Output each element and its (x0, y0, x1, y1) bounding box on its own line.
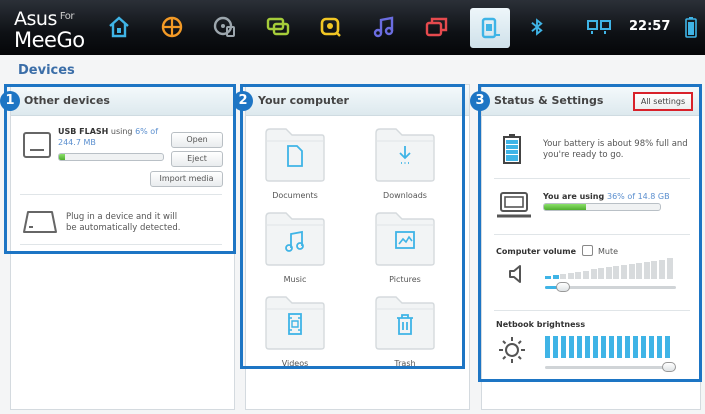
brightness-bar (617, 336, 622, 358)
divider (20, 194, 222, 195)
battery-status-text: Your battery is about 98% full and you're… (543, 139, 688, 160)
mute-label: Mute (598, 247, 619, 256)
brightness-bar (625, 336, 630, 358)
battery-icon (503, 134, 521, 167)
divider (20, 244, 222, 245)
step-badge-3: 3 (470, 91, 490, 111)
brightness-bar (609, 336, 614, 358)
brightness-bar (593, 336, 598, 358)
speaker-icon (508, 264, 524, 287)
step-badge-2: 2 (233, 91, 253, 111)
volume-bar (545, 276, 551, 279)
brightness-bar (545, 336, 550, 358)
eject-button[interactable]: Eject (171, 151, 223, 167)
volume-bar (666, 258, 673, 279)
media-disc-icon[interactable] (209, 12, 241, 42)
brightness-bar (577, 336, 582, 358)
plug-in-hint: Plug in a device and it will be automatic… (66, 212, 181, 233)
divider (494, 310, 690, 311)
disk-usage-text: You are using 36% of 14.8 GB (543, 192, 670, 201)
mute-checkbox[interactable] (582, 245, 593, 256)
windows-apps-icon[interactable] (421, 12, 453, 42)
folder-label: Documents (272, 191, 318, 200)
volume-bar (621, 265, 627, 279)
brightness-bar (553, 336, 558, 358)
volume-bar (590, 269, 597, 279)
folder-pictures[interactable] (374, 211, 436, 267)
web-globe-icon[interactable] (156, 12, 188, 42)
volume-bar (651, 260, 658, 279)
volume-bar (643, 261, 650, 279)
drive-placeholder-icon (21, 210, 59, 237)
open-button[interactable]: Open (171, 132, 223, 148)
folder-trash[interactable] (374, 295, 436, 351)
folder-label: Videos (281, 359, 309, 368)
friends-chat-icon[interactable] (262, 12, 294, 42)
folder-music[interactable] (264, 211, 326, 267)
volume-bar (575, 271, 582, 279)
brightness-label: Netbook brightness (496, 320, 586, 329)
brightness-bar (585, 336, 590, 358)
folder-documents[interactable] (264, 127, 326, 183)
folder-label: Pictures (389, 275, 421, 284)
divider (494, 234, 690, 235)
volume-bar (567, 272, 574, 279)
volume-bar (552, 274, 559, 279)
usb-usage-fill (59, 154, 66, 160)
brand-logo: Asus For MeeGo (14, 8, 85, 52)
volume-bar (598, 268, 605, 279)
brightness-bar (633, 336, 638, 358)
brightness-bar (641, 336, 646, 358)
volume-bar (613, 266, 620, 279)
volume-bar (636, 262, 643, 279)
volume-bar (560, 273, 567, 279)
volume-label: Computer volume (496, 247, 577, 256)
clock: 22:57 (629, 19, 671, 34)
devices-icon[interactable] (470, 8, 510, 48)
people-icon[interactable] (315, 12, 347, 42)
page-title: Devices (18, 63, 75, 78)
laptop-icon (496, 190, 532, 223)
battery-status-icon[interactable] (685, 16, 697, 41)
volume-bar (628, 263, 635, 279)
volume-bar (605, 267, 612, 279)
brightness-bar (569, 336, 574, 358)
brightness-bar (561, 336, 566, 358)
sun-brightness-icon (497, 335, 527, 368)
brightness-bar (665, 336, 670, 358)
music-note-icon[interactable] (368, 12, 400, 42)
disk-usage-bar (543, 203, 661, 211)
network-icon[interactable] (584, 12, 614, 42)
usb-device-info: USB FLASH using 6% of 244.7 MB (58, 127, 159, 147)
usb-usage-bar (58, 153, 164, 161)
bluetooth-icon[interactable] (526, 12, 548, 42)
divider (494, 178, 690, 179)
folder-videos[interactable] (264, 295, 326, 351)
folder-downloads[interactable] (374, 127, 436, 183)
folder-label: Trash (394, 359, 416, 368)
import-media-button[interactable]: Import media (150, 171, 223, 187)
volume-bar (659, 259, 665, 279)
brightness-bar (657, 336, 662, 358)
disk-usage-fill (544, 204, 586, 210)
brightness-slider-handle[interactable] (662, 362, 676, 372)
brightness-slider-track[interactable] (545, 366, 676, 369)
volume-slider-handle[interactable] (556, 282, 571, 292)
folder-label: Music (283, 275, 307, 284)
step-badge-1: 1 (0, 91, 20, 111)
all-settings-button[interactable]: All settings (633, 92, 693, 111)
usb-drive-icon (22, 130, 52, 163)
volume-bar (583, 270, 589, 279)
folder-label: Downloads (383, 191, 427, 200)
brightness-bar (649, 336, 654, 358)
home-icon[interactable] (103, 12, 135, 42)
top-panel: Asus For MeeGo 22:57 (0, 0, 705, 55)
brightness-bar (601, 336, 606, 358)
